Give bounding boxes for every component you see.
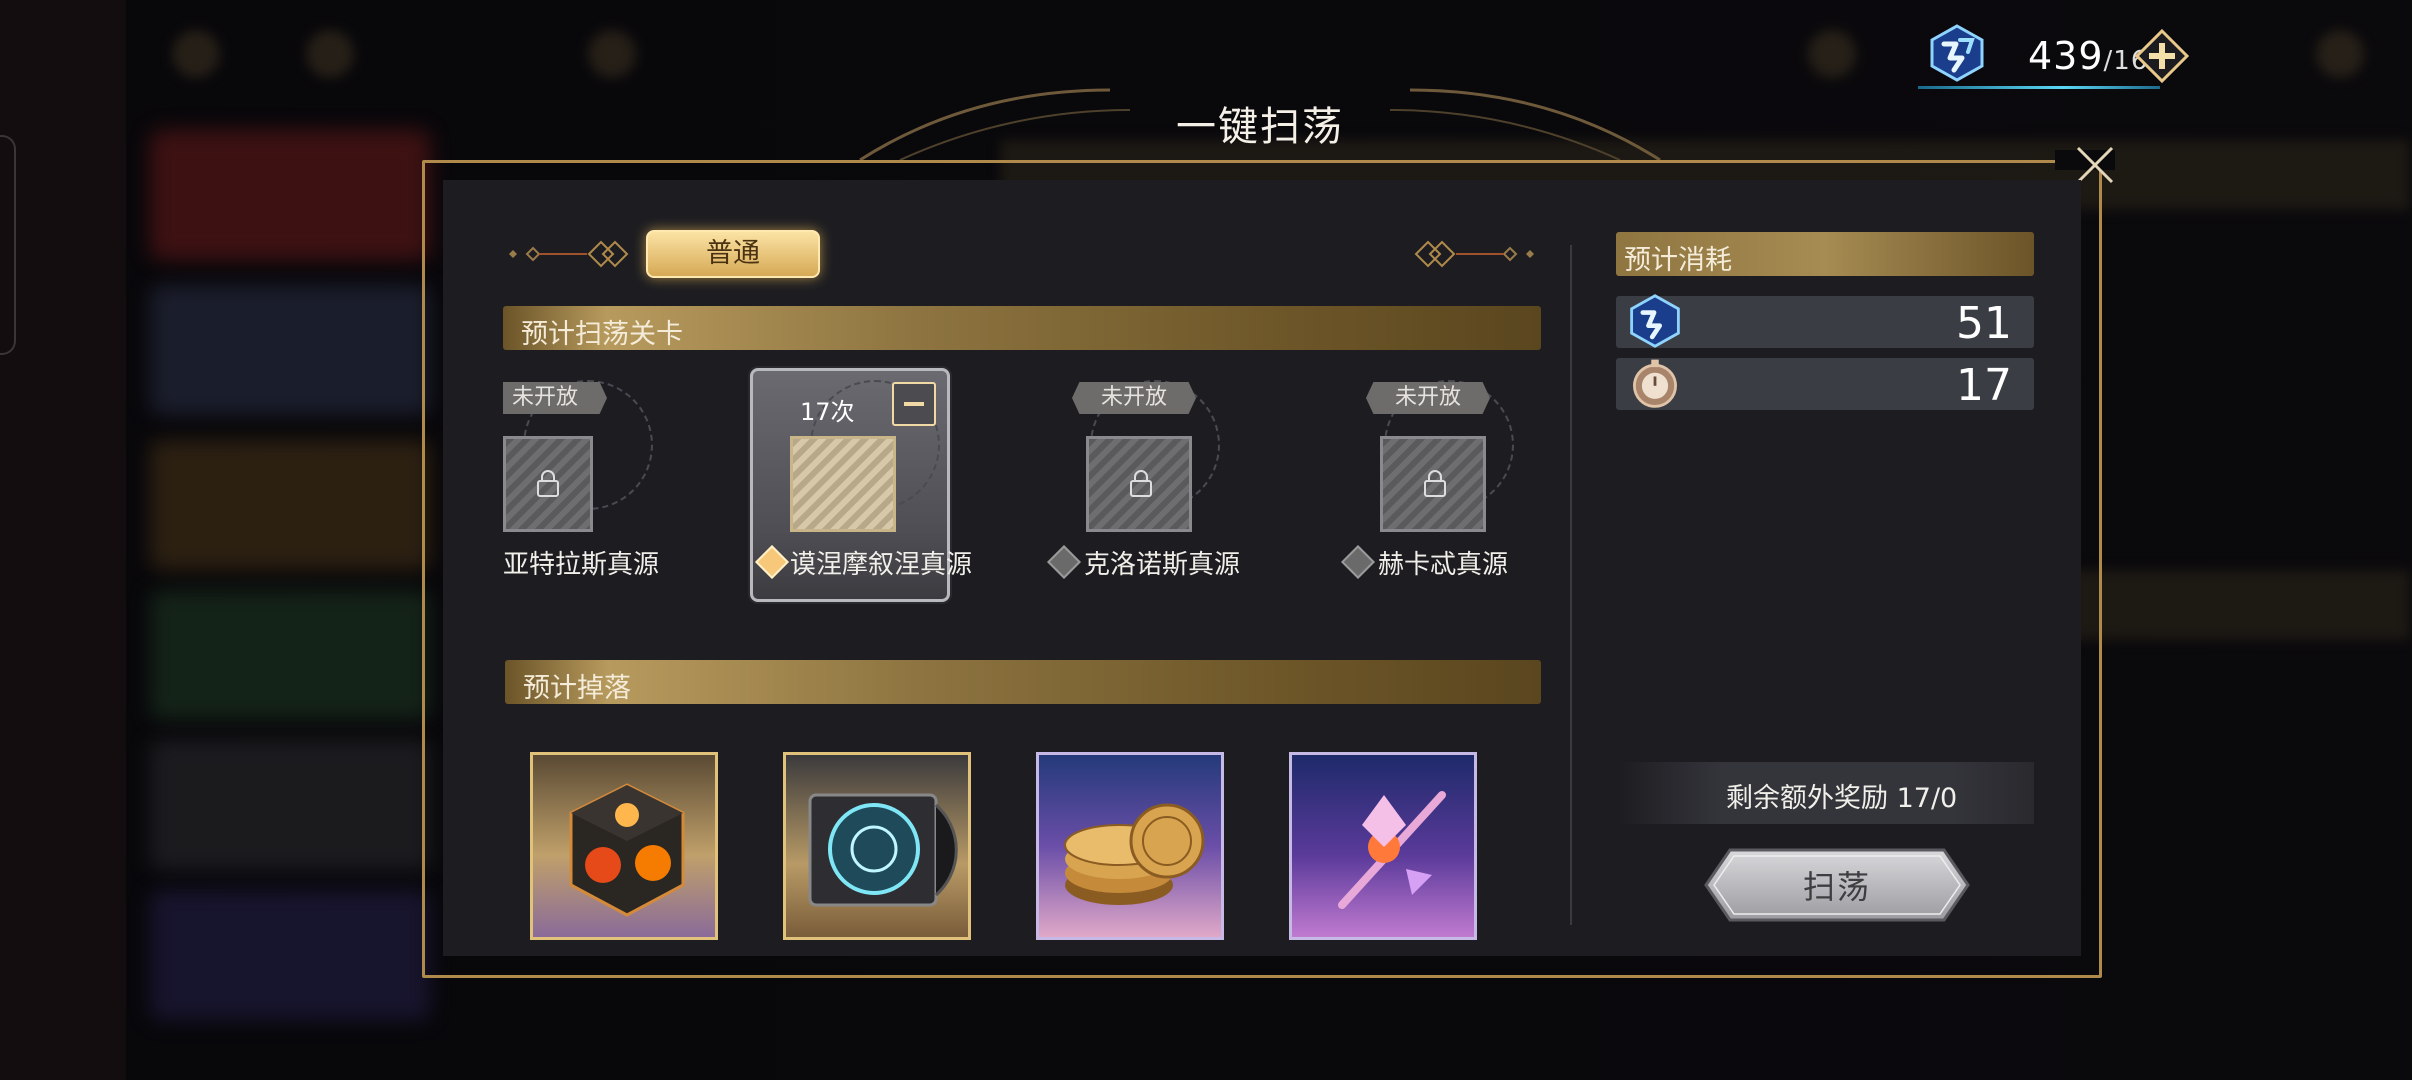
dialog-title: 一键扫荡 bbox=[1176, 104, 1344, 150]
background-stage-list bbox=[150, 130, 450, 1030]
not-open-badge: 未开放 bbox=[503, 382, 607, 414]
cost-row: 17 bbox=[1616, 358, 2034, 411]
bg-icon bbox=[306, 30, 354, 78]
crystal-staff-icon[interactable] bbox=[1289, 752, 1477, 940]
stages-header-label: 预计扫荡关卡 bbox=[521, 319, 683, 350]
sweep-button-label: 扫荡 bbox=[1802, 868, 1871, 906]
stage-name: 赫卡忒真源 bbox=[1378, 550, 1509, 580]
bg-icon bbox=[588, 30, 636, 78]
gold-coins-icon[interactable] bbox=[1036, 752, 1224, 940]
tab-normal[interactable]: 普通 bbox=[646, 230, 820, 278]
drops-header: 预计掉落 bbox=[505, 660, 1541, 704]
tab-ornament-left bbox=[509, 240, 629, 268]
bg-icon bbox=[172, 30, 220, 78]
cost-row: 51 bbox=[1616, 294, 2034, 349]
not-open-badge: 未开放 bbox=[1366, 382, 1490, 414]
bg-card bbox=[150, 740, 430, 870]
energy-icon bbox=[1930, 24, 1984, 82]
panel-divider bbox=[1570, 245, 1572, 925]
stage-card[interactable]: 未开放 亚特拉斯真源 bbox=[503, 370, 673, 600]
drops-header-label: 预计掉落 bbox=[523, 673, 631, 704]
energy-counter: 439/16 bbox=[1918, 22, 2160, 89]
compass-disc-icon[interactable] bbox=[783, 752, 971, 940]
tab-ornament-right bbox=[1414, 240, 1534, 268]
bg-icon bbox=[2316, 30, 2364, 78]
game-screen: 439/16 一键扫荡 普通 预计扫荡关卡 未开放 亚特拉斯真源 谟涅摩叙涅真源… bbox=[0, 0, 2412, 1080]
not-open-badge: 未开放 bbox=[1072, 382, 1196, 414]
bg-icon bbox=[1808, 30, 1856, 78]
side-handle[interactable] bbox=[0, 135, 16, 355]
bg-card bbox=[150, 440, 430, 570]
stage-diamond-icon bbox=[1047, 545, 1081, 579]
fire-cube-icon[interactable] bbox=[530, 752, 718, 940]
stage-name: 克洛诺斯真源 bbox=[1084, 550, 1241, 580]
bg-card bbox=[150, 285, 430, 415]
bg-card bbox=[150, 130, 430, 260]
decrease-count-button[interactable] bbox=[892, 382, 936, 426]
stage-card[interactable]: 未开放 克洛诺斯真源 bbox=[1047, 370, 1250, 600]
stage-image bbox=[790, 436, 896, 532]
stage-image bbox=[1086, 436, 1192, 532]
stage-image bbox=[1380, 436, 1486, 532]
stage-name: 亚特拉斯真源 bbox=[503, 550, 660, 580]
stopwatch-icon bbox=[1633, 359, 1677, 408]
extra-reward-text: 剩余额外奖励 17/0 bbox=[1726, 783, 1958, 814]
stage-card[interactable]: 未开放 赫卡忒真源 bbox=[1341, 370, 1544, 600]
energy-underline bbox=[1918, 86, 2160, 89]
cost-value: 17 bbox=[1956, 360, 2012, 411]
stage-image bbox=[503, 436, 593, 532]
stage-diamond-icon bbox=[1341, 545, 1375, 579]
bg-card bbox=[150, 890, 430, 1020]
energy-icon bbox=[1630, 294, 1680, 348]
stages-header: 预计扫荡关卡 bbox=[503, 306, 1541, 350]
cost-header: 预计消耗 bbox=[1616, 232, 2034, 276]
energy-value: 439/16 bbox=[2028, 34, 2149, 78]
lock-icon bbox=[1130, 470, 1152, 497]
lock-icon bbox=[537, 470, 559, 497]
stage-diamond-icon bbox=[755, 545, 789, 579]
cost-header-label: 预计消耗 bbox=[1624, 245, 1732, 276]
sweep-count: 17次 bbox=[800, 398, 855, 426]
add-energy-button[interactable] bbox=[2134, 28, 2190, 84]
lock-icon bbox=[1424, 470, 1446, 497]
cost-value: 51 bbox=[1956, 298, 2012, 349]
stage-name: 谟涅摩叙涅真源 bbox=[790, 550, 973, 580]
bg-card bbox=[150, 590, 430, 720]
